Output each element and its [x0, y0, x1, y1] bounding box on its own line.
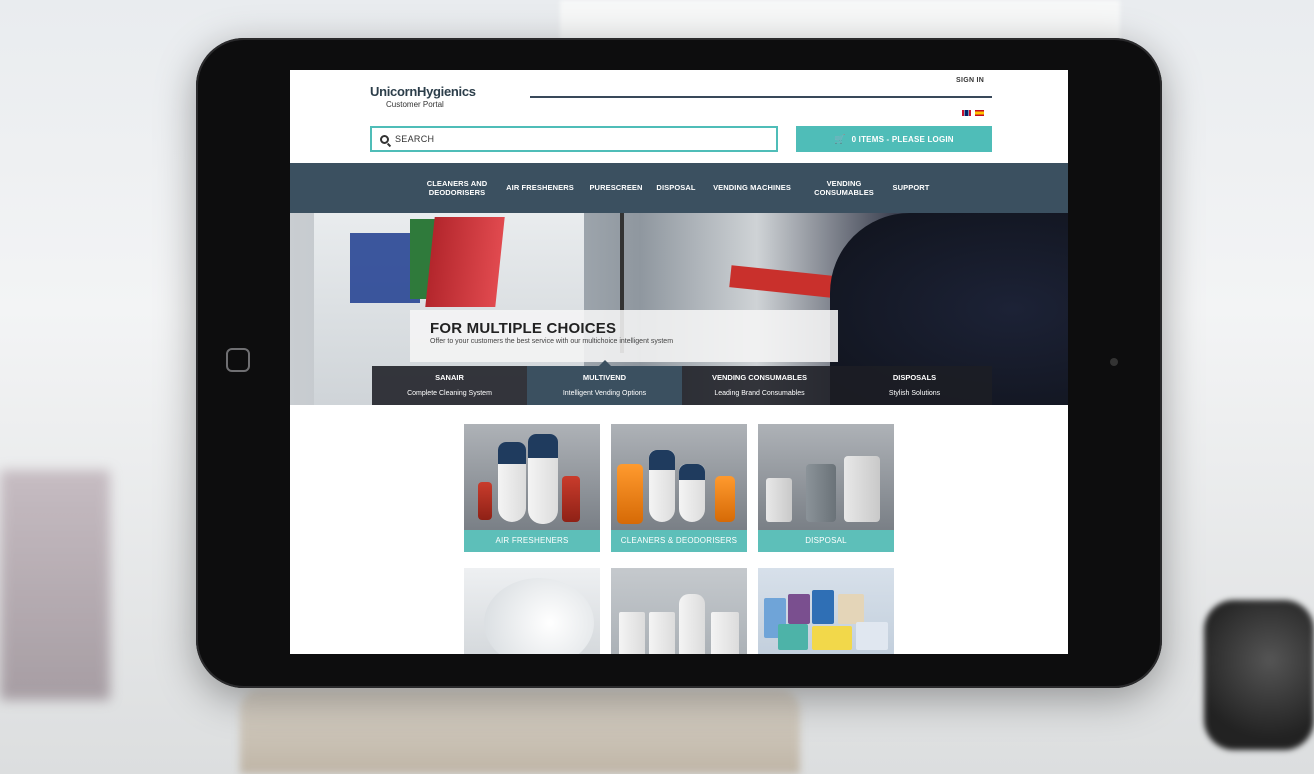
nav-item-purescreen[interactable]: PURESCREEN [582, 183, 650, 192]
search-placeholder: SEARCH [395, 134, 435, 144]
category-tile-vending-consumables[interactable] [758, 568, 894, 654]
search-icon [380, 134, 389, 144]
logo-text: UnicornHygienics [370, 84, 476, 99]
hero-tabs: SANAIR Complete Cleaning System MULTIVEN… [372, 360, 992, 405]
nav-item-vending-consumables[interactable]: VENDING CONSUMABLES [802, 179, 886, 198]
cart-button[interactable]: 🛒 0 ITEMS - PLEASE LOGIN [796, 126, 992, 152]
tablet-screen: UnicornHygienics Customer Portal SIGN IN… [290, 70, 1068, 654]
hero-banner: FOR MULTIPLE CHOICES Offer to your custo… [290, 213, 1068, 405]
category-tile-purescreen[interactable] [464, 568, 600, 654]
product-image [838, 594, 864, 624]
product-image [778, 624, 808, 650]
camera-icon [1110, 358, 1118, 366]
hero-caption: FOR MULTIPLE CHOICES Offer to your custo… [410, 310, 838, 362]
product-image [715, 476, 735, 522]
cart-label: 0 ITEMS - PLEASE LOGIN [851, 134, 954, 144]
hero-subtitle: Offer to your customers the best service… [430, 338, 674, 345]
category-label: AIR FRESHENERS [464, 530, 600, 552]
background-shelf [0, 470, 110, 700]
category-grid: AIR FRESHENERS CLEANERS & DEODORISERS DI… [464, 424, 896, 654]
product-image [562, 476, 580, 522]
hero-tab-subtitle: Leading Brand Consumables [714, 390, 805, 397]
home-button[interactable] [226, 348, 250, 372]
hero-tab-multivend[interactable]: MULTIVEND Intelligent Vending Options [527, 360, 682, 405]
hero-tab-title: VENDING CONSUMABLES [711, 373, 807, 382]
hero-tab-title: DISPOSALS [892, 373, 937, 382]
product-image [806, 464, 836, 522]
product-image [617, 464, 643, 524]
product-image [812, 590, 834, 624]
uk-flag-icon[interactable] [962, 110, 971, 116]
logo[interactable]: UnicornHygienics Customer Portal [370, 84, 490, 109]
nav-item-cleaners[interactable]: CLEANERS AND DEODORISERS [416, 179, 498, 198]
category-tile-vending-machines[interactable] [611, 568, 747, 654]
main-nav: CLEANERS AND DEODORISERS AIR FRESHENERS … [290, 163, 1068, 213]
background-camera [1204, 600, 1314, 750]
category-tile-cleaners[interactable]: CLEANERS & DEODORISERS [611, 424, 747, 552]
hero-tab-subtitle: Complete Cleaning System [407, 390, 492, 397]
product-image [788, 594, 810, 624]
hero-tab-subtitle: Stylish Solutions [888, 390, 941, 397]
product-image [856, 622, 888, 650]
nav-item-air-fresheners[interactable]: AIR FRESHENERS [498, 183, 582, 192]
hero-tab-disposals[interactable]: DISPOSALS Stylish Solutions [837, 366, 992, 405]
nav-item-vending-machines[interactable]: VENDING MACHINES [702, 183, 802, 192]
cart-icon: 🛒 [834, 133, 846, 144]
product-image [766, 478, 792, 522]
nav-item-support[interactable]: SUPPORT [886, 183, 936, 192]
product-image [679, 464, 705, 480]
hero-tab-vending-consumables[interactable]: VENDING CONSUMABLES Leading Brand Consum… [682, 366, 837, 405]
product-image [478, 482, 492, 520]
product-image [528, 434, 558, 458]
hero-tab-sanair[interactable]: SANAIR Complete Cleaning System [372, 366, 527, 405]
product-image [619, 612, 645, 654]
hero-tab-title: SANAIR [435, 373, 464, 382]
product-image [711, 612, 739, 654]
category-tile-air-fresheners[interactable]: AIR FRESHENERS [464, 424, 600, 552]
hero-title: FOR MULTIPLE CHOICES [430, 320, 617, 337]
header-divider [530, 96, 992, 98]
product-image [844, 456, 880, 522]
category-tile-disposal[interactable]: DISPOSAL [758, 424, 894, 552]
hero-image-panel [425, 217, 505, 307]
language-selector [962, 110, 984, 116]
product-image [649, 612, 675, 654]
background-books [240, 690, 800, 774]
sign-in-link[interactable]: SIGN IN [956, 77, 984, 84]
product-image [484, 578, 594, 654]
product-image [679, 594, 705, 654]
search-input[interactable]: SEARCH [370, 126, 778, 152]
hero-tab-subtitle: Intelligent Vending Options [562, 390, 647, 397]
product-image [649, 450, 675, 470]
product-image [812, 626, 852, 650]
hero-tab-title: MULTIVEND [582, 373, 627, 382]
product-image [498, 442, 526, 464]
nav-item-disposal[interactable]: DISPOSAL [650, 183, 702, 192]
category-label: CLEANERS & DEODORISERS [611, 530, 747, 552]
spain-flag-icon[interactable] [975, 110, 984, 116]
category-label: DISPOSAL [758, 530, 894, 552]
logo-subtitle: Customer Portal [386, 100, 444, 109]
